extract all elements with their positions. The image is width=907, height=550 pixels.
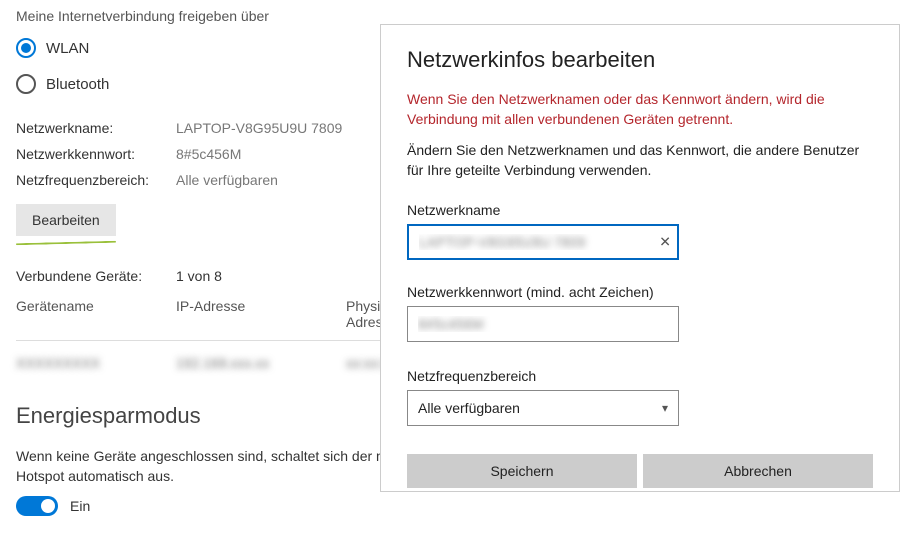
clear-input-icon[interactable]: ✕: [659, 234, 671, 251]
connected-devices-value: 1 von 8: [176, 268, 222, 284]
annotation-underline: [16, 241, 116, 246]
radio-selected-icon: [16, 38, 36, 58]
dialog-band-label: Netzfrequenzbereich: [407, 368, 873, 384]
network-name-value: LAPTOP-V8G95U9U 7809: [176, 120, 342, 136]
device-name-cell: XXXXXXXXX: [16, 355, 176, 371]
network-name-input[interactable]: [407, 224, 679, 260]
dialog-title: Netzwerkinfos bearbeiten: [407, 47, 873, 73]
toggle-knob-icon: [41, 499, 55, 513]
network-band-label: Netzfrequenzbereich:: [16, 172, 176, 188]
network-band-value: Alle verfügbaren: [176, 172, 278, 188]
band-select-value: Alle verfügbaren: [418, 400, 520, 416]
dialog-password-label: Netzwerkkennwort (mind. acht Zeichen): [407, 284, 873, 300]
network-password-input[interactable]: [407, 306, 679, 342]
share-option-bluetooth-label: Bluetooth: [46, 76, 109, 93]
save-button[interactable]: Speichern: [407, 454, 637, 488]
energy-toggle[interactable]: [16, 496, 58, 516]
radio-unselected-icon: [16, 74, 36, 94]
energy-desc: Wenn keine Geräte angeschlossen sind, sc…: [16, 447, 436, 486]
network-password-label: Netzwerkkennwort:: [16, 146, 176, 162]
energy-toggle-label: Ein: [70, 498, 90, 514]
connected-devices-label: Verbundene Geräte:: [16, 268, 176, 284]
edit-button[interactable]: Bearbeiten: [16, 204, 116, 236]
edit-network-dialog: Netzwerkinfos bearbeiten Wenn Sie den Ne…: [380, 24, 900, 492]
dialog-warning: Wenn Sie den Netzwerknamen oder das Kenn…: [407, 89, 873, 130]
share-heading: Meine Internetverbindung freigeben über: [16, 8, 891, 24]
col-device-name: Gerätename: [16, 298, 176, 330]
device-ip-cell: 192.168.xxx.xx: [176, 355, 346, 371]
chevron-down-icon: ▾: [662, 401, 668, 415]
cancel-button[interactable]: Abbrechen: [643, 454, 873, 488]
band-select[interactable]: Alle verfügbaren ▾: [407, 390, 679, 426]
share-option-wlan-label: WLAN: [46, 40, 89, 57]
network-name-label: Netzwerkname:: [16, 120, 176, 136]
col-ip: IP-Adresse: [176, 298, 346, 330]
dialog-name-label: Netzwerkname: [407, 202, 873, 218]
network-password-value: 8#5c456M: [176, 146, 241, 162]
dialog-desc: Ändern Sie den Netzwerknamen und das Ken…: [407, 140, 873, 181]
